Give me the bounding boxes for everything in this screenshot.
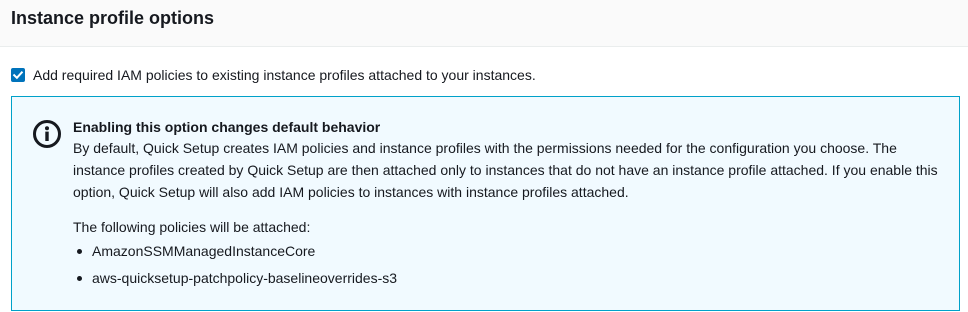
panel-header: Instance profile options [0,0,968,47]
add-iam-policies-checkbox[interactable] [11,68,25,82]
policy-list-item: aws-quicksetup-patchpolicy-baselineoverr… [73,269,943,287]
info-alert: Enabling this option changes default beh… [11,96,960,311]
policy-name: AmazonSSMManagedInstanceCore [92,243,316,259]
info-icon [33,120,61,148]
policy-list-item: AmazonSSMManagedInstanceCore [73,242,943,260]
policies-intro: The following policies will be attached: [73,219,311,235]
info-body: By default, Quick Setup creates IAM poli… [73,140,938,200]
info-content: Enabling this option changes default beh… [73,118,943,296]
info-heading: Enabling this option changes default beh… [73,119,381,135]
instance-profile-options-panel: Instance profile options Add required IA… [0,0,968,312]
policy-name: aws-quicksetup-patchpolicy-baselineoverr… [92,270,398,286]
section-title: Instance profile options [11,8,215,28]
add-iam-policies-label[interactable]: Add required IAM policies to existing in… [33,66,536,84]
policy-list: AmazonSSMManagedInstanceCore aws-quickse… [73,242,943,287]
bullet-icon [77,276,82,281]
bullet-icon [77,249,82,254]
add-iam-policies-option[interactable]: Add required IAM policies to existing in… [11,66,536,84]
checkmark-icon [12,70,24,80]
